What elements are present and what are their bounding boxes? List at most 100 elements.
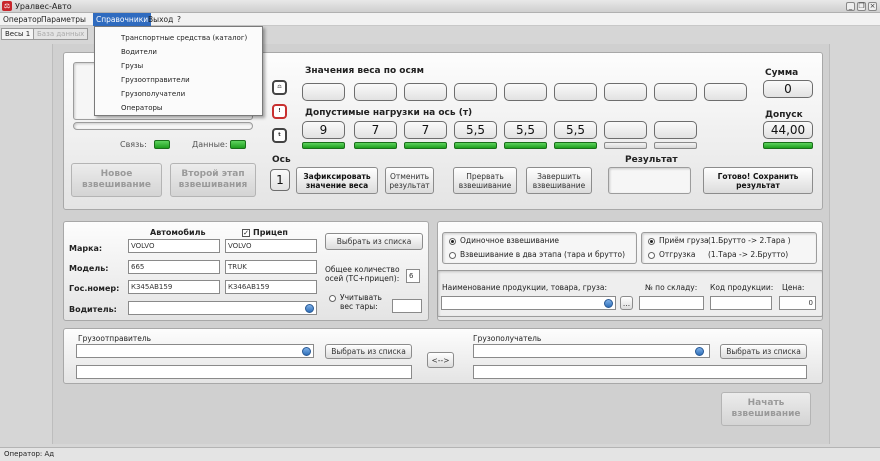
trailer-plate-field[interactable]: К346АВ159 (225, 280, 317, 294)
driver-label: Водитель: (69, 305, 117, 314)
dropdown-item-vehicles[interactable]: Транспортные средства (каталог) (121, 32, 247, 44)
receive-radio[interactable] (648, 238, 655, 245)
axle-limit-cell: 9 (302, 121, 345, 139)
connection-indicator (154, 140, 170, 149)
sender-label: Грузоотправитель (78, 334, 152, 343)
cancel-result-button[interactable]: Отменить результат (385, 167, 434, 194)
tolerance-label: Допуск (765, 110, 803, 120)
single-weighing-radio[interactable] (449, 238, 456, 245)
second-stage-button[interactable]: Второй этап взвешивания (170, 163, 256, 197)
model-field[interactable]: 665 (128, 260, 220, 274)
plate-field[interactable]: К345АВ159 (128, 280, 220, 294)
price-field[interactable]: 0 (779, 296, 816, 310)
new-weighing-button[interactable]: Новое взвешивание (71, 163, 162, 197)
dropdown-item-drivers[interactable]: Водители (121, 46, 157, 58)
driver-dropdown-icon[interactable] (305, 304, 314, 313)
axle-indicator (554, 142, 597, 149)
fix-weight-button[interactable]: Зафиксировать значение веса (296, 167, 378, 194)
trailer-model-field[interactable]: TRUK (225, 260, 317, 274)
sender-field[interactable] (76, 344, 314, 358)
trailer-header: Прицеп (253, 228, 288, 237)
menu-exit[interactable]: Выход (145, 13, 176, 26)
axle-indicator (404, 142, 447, 149)
sum-value: 0 (763, 80, 813, 98)
driver-field[interactable] (128, 301, 317, 315)
dropdown-item-senders[interactable]: Грузоотправители (121, 74, 190, 86)
axle-limit-cell (604, 121, 647, 139)
dropdown-item-cargo[interactable]: Грузы (121, 60, 143, 72)
abort-weighing-button[interactable]: Прервать взвешивание (453, 167, 517, 194)
data-indicator (230, 140, 246, 149)
receiver-field[interactable] (473, 344, 710, 358)
receiver-details-field[interactable] (473, 365, 807, 379)
receiver-label: Грузополучатель (473, 334, 542, 343)
menu-parameters[interactable]: Параметры (38, 13, 89, 26)
choose-sender-button[interactable]: Выбрать из списка (325, 344, 412, 359)
dropdown-item-operators[interactable]: Операторы (121, 102, 162, 114)
start-weighing-button[interactable]: Начать взвешивание (721, 392, 811, 426)
tolerance-value: 44,00 (763, 121, 813, 139)
operator-status: Оператор: Ад (4, 450, 55, 458)
result-label: Результат (625, 155, 678, 165)
tare-toggle[interactable] (329, 295, 336, 302)
restore-icon[interactable]: ❐ (857, 2, 866, 11)
swap-parties-button[interactable]: <--> (427, 352, 454, 368)
choose-receiver-button[interactable]: Выбрать из списка (720, 344, 807, 359)
receiver-dropdown-icon[interactable] (695, 347, 704, 356)
axle-weight-cell (454, 83, 497, 101)
two-stage-label: Взвешивание в два этапа (тара и брутто) (460, 250, 626, 259)
sender-dropdown-icon[interactable] (302, 347, 311, 356)
sum-label: Сумма (765, 68, 799, 78)
axle-indicator (654, 142, 697, 149)
done-save-button[interactable]: Готово! Сохранить результат (703, 167, 813, 194)
sender-details-field[interactable] (76, 365, 412, 379)
ship-hint: (1.Тара -> 2.Брутто) (708, 250, 789, 259)
axle-label: Ось (272, 155, 291, 165)
warehouse-label: № по складу: (645, 283, 698, 292)
axle-number: 1 (270, 169, 290, 191)
brand-field[interactable]: VOLVO (128, 239, 220, 253)
choose-vehicle-button[interactable]: Выбрать из списка (325, 233, 423, 250)
menu-help[interactable]: ? (174, 13, 184, 26)
ship-radio[interactable] (648, 252, 655, 259)
directories-dropdown: Транспортные средства (каталог) Водители… (94, 26, 263, 116)
axle-weight-cell (404, 83, 447, 101)
tab-database[interactable]: База данных (33, 28, 89, 40)
trailer-checkbox[interactable]: ✓ (242, 229, 250, 237)
axle-indicator (604, 142, 647, 149)
axles-total-label: Общее количество осей (ТС+прицеп): (325, 265, 400, 283)
product-code-field[interactable] (710, 296, 772, 310)
dropdown-item-receivers[interactable]: Грузополучатели (121, 88, 185, 100)
brand-label: Марка: (69, 244, 103, 253)
axle-weights-title: Значения веса по осям (305, 66, 424, 76)
title-bar: ⚖ Уралвес-Авто _ ❐ × (0, 0, 880, 13)
product-code-label: Код продукции: (710, 283, 774, 292)
two-stage-radio[interactable] (449, 252, 456, 259)
sum-indicator (763, 142, 813, 149)
axle-weight-icon: ⚖ (272, 80, 287, 95)
product-dropdown-icon[interactable] (604, 299, 613, 308)
receive-label: Приём груза (659, 236, 709, 245)
axle-limit-cell: 5,5 (554, 121, 597, 139)
product-browse-button[interactable]: ... (620, 296, 633, 310)
data-label: Данные: (192, 140, 228, 149)
warehouse-field[interactable] (639, 296, 704, 310)
close-icon[interactable]: × (868, 2, 877, 11)
axle-weight-cell (354, 83, 397, 101)
trailer-brand-field[interactable]: VOLVO (225, 239, 317, 253)
axle-weight-cell (302, 83, 345, 101)
price-label: Цена: (782, 283, 805, 292)
finish-weighing-button[interactable]: Завершить взвешивание (526, 167, 592, 194)
axle-indicator (302, 142, 345, 149)
plate-label: Гос.номер: (69, 284, 120, 293)
vehicle-header: Автомобиль (150, 228, 206, 237)
tab-scales-1[interactable]: Весы 1 (1, 28, 35, 40)
menu-directories[interactable]: Справочники (93, 13, 152, 26)
receive-hint: (1.Брутто -> 2.Тара ) (708, 236, 791, 245)
axles-total-field[interactable]: 6 (406, 269, 420, 283)
minimize-icon[interactable]: _ (846, 2, 855, 11)
result-display (608, 167, 691, 194)
tare-field[interactable] (392, 299, 422, 313)
product-name-field[interactable] (441, 296, 616, 310)
axle-limit-icon: ! (272, 104, 287, 119)
